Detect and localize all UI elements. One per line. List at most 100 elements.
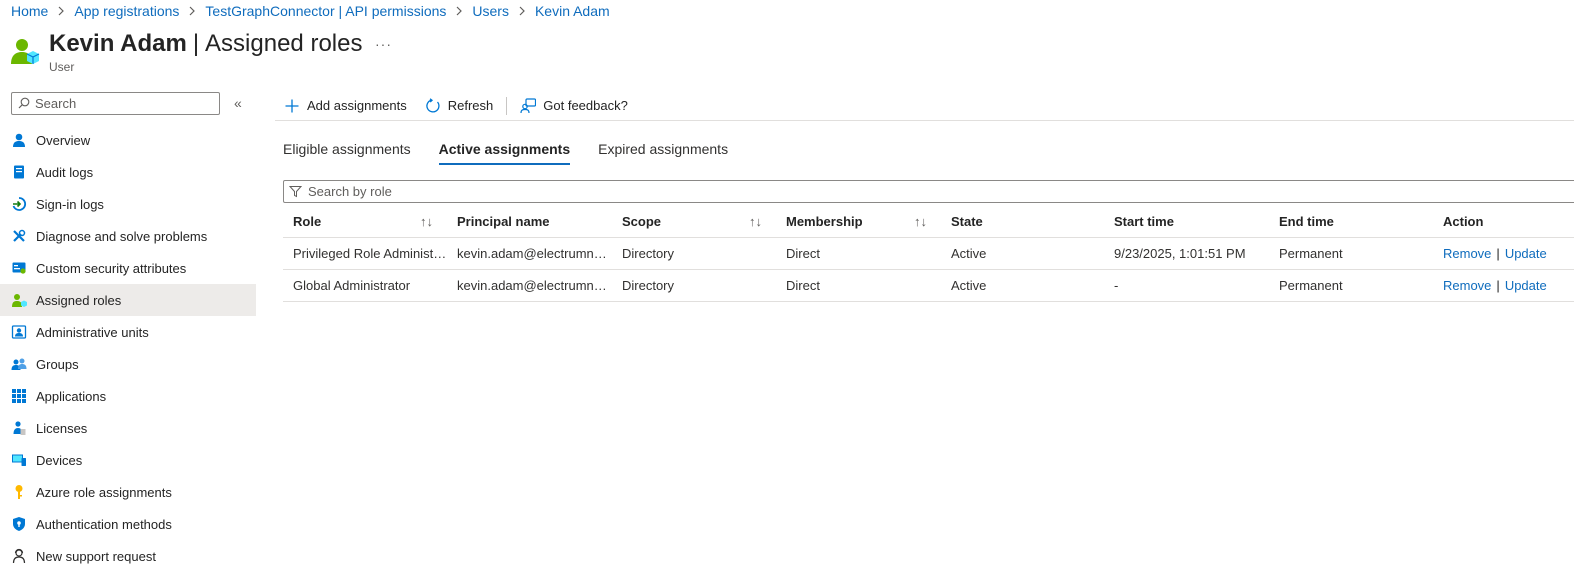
sidebar-item-new-support-request[interactable]: New support request bbox=[0, 540, 256, 572]
cell-action: Remove | Update bbox=[1433, 278, 1574, 293]
breadcrumb-users[interactable]: Users bbox=[472, 3, 509, 19]
column-header-end-time: End time bbox=[1269, 214, 1433, 229]
page-header: Kevin Adam | Assigned roles User bbox=[10, 30, 362, 74]
feedback-button[interactable]: Got feedback? bbox=[511, 93, 637, 119]
chevron-right-icon bbox=[517, 6, 527, 16]
sidebar-item-devices[interactable]: Devices bbox=[0, 444, 256, 476]
sidebar-item-assigned-roles[interactable]: Assigned roles bbox=[0, 284, 256, 316]
feedback-label: Got feedback? bbox=[543, 98, 628, 113]
wrench-icon bbox=[11, 228, 27, 244]
tab-expired-assignments[interactable]: Expired assignments bbox=[598, 141, 728, 165]
sidebar-item-label: Groups bbox=[36, 356, 79, 372]
collapse-sidebar-button[interactable]: « bbox=[234, 95, 242, 111]
remove-link[interactable]: Remove bbox=[1443, 278, 1491, 293]
sidebar-item-sign-in-logs[interactable]: Sign-in logs bbox=[0, 188, 256, 220]
column-header-scope[interactable]: Scope ↑↓ bbox=[612, 214, 776, 229]
breadcrumb-app-registrations[interactable]: App registrations bbox=[74, 3, 179, 19]
column-header-label: Scope bbox=[622, 214, 662, 229]
sidebar-item-label: Assigned roles bbox=[36, 292, 122, 308]
title-text: Kevin Adam | Assigned roles User bbox=[49, 30, 362, 74]
sidebar-item-authentication-methods[interactable]: Authentication methods bbox=[0, 508, 256, 540]
chevron-right-icon bbox=[454, 6, 464, 16]
sidebar-item-licenses[interactable]: Licenses bbox=[0, 412, 256, 444]
sidebar-item-custom-security-attributes[interactable]: Custom security attributes bbox=[0, 252, 256, 284]
sidebar-item-label: Audit logs bbox=[36, 164, 94, 180]
membership-value: Direct bbox=[786, 246, 820, 261]
sidebar-item-overview[interactable]: Overview bbox=[0, 124, 256, 156]
add-assignments-label: Add assignments bbox=[307, 98, 407, 113]
cell-start-time: 9/23/2025, 1:01:51 PM bbox=[1104, 246, 1269, 261]
sort-icon[interactable]: ↑↓ bbox=[914, 214, 927, 229]
cell-start-time: - bbox=[1104, 278, 1269, 293]
column-header-role[interactable]: Role ↑↓ bbox=[283, 214, 447, 229]
refresh-button[interactable]: Refresh bbox=[416, 93, 503, 119]
principal-value: kevin.adam@electrumnet.onmicrosoft.com bbox=[457, 246, 612, 261]
admin-units-icon bbox=[11, 324, 27, 340]
sidebar-item-administrative-units[interactable]: Administrative units bbox=[0, 316, 256, 348]
cell-membership: Direct bbox=[776, 278, 941, 293]
scope-value: Directory bbox=[622, 246, 675, 261]
sidebar-item-diagnose[interactable]: Diagnose and solve problems bbox=[0, 220, 256, 252]
sort-icon[interactable]: ↑↓ bbox=[420, 214, 433, 229]
shield-icon bbox=[11, 516, 27, 532]
column-header-membership[interactable]: Membership ↑↓ bbox=[776, 214, 941, 229]
sidebar-item-label: Licenses bbox=[36, 420, 88, 436]
column-header-label: Principal name bbox=[457, 214, 550, 229]
end-time-value: Permanent bbox=[1279, 278, 1343, 293]
state-value: Active bbox=[951, 246, 987, 261]
column-header-principal-name: Principal name bbox=[447, 214, 612, 229]
update-link[interactable]: Update bbox=[1505, 278, 1547, 293]
security-attributes-icon bbox=[11, 260, 27, 276]
command-bar: Add assignments Refresh Got feedback? bbox=[275, 91, 1574, 121]
column-header-label: Role bbox=[293, 214, 322, 229]
sidebar-item-label: Custom security attributes bbox=[36, 260, 187, 276]
scope-value: Directory bbox=[622, 278, 675, 293]
cell-role: Privileged Role Administrator bbox=[283, 246, 447, 261]
tab-eligible-assignments[interactable]: Eligible assignments bbox=[283, 141, 411, 165]
end-time-value: Permanent bbox=[1279, 246, 1343, 261]
sidebar-item-azure-role-assignments[interactable]: Azure role assignments bbox=[0, 476, 256, 508]
sidebar-search-input[interactable]: Search bbox=[11, 91, 220, 115]
sidebar-item-groups[interactable]: Groups bbox=[0, 348, 256, 380]
column-header-label: State bbox=[951, 214, 983, 229]
applications-grid-icon bbox=[11, 388, 27, 404]
sidebar-item-applications[interactable]: Applications bbox=[0, 380, 256, 412]
cell-state: Active bbox=[941, 246, 1104, 261]
sign-in-icon bbox=[11, 196, 27, 212]
assigned-roles-icon bbox=[11, 292, 27, 308]
cell-state: Active bbox=[941, 278, 1104, 293]
more-options-button[interactable]: ··· bbox=[375, 36, 392, 52]
sort-icon[interactable]: ↑↓ bbox=[749, 214, 762, 229]
sidebar-item-label: Devices bbox=[36, 452, 83, 468]
assignments-table: Role ↑↓ Principal name Scope ↑↓ Membersh… bbox=[283, 206, 1574, 302]
column-header-label: Start time bbox=[1114, 214, 1174, 229]
refresh-label: Refresh bbox=[447, 98, 494, 113]
breadcrumb-api-permissions[interactable]: TestGraphConnector | API permissions bbox=[205, 3, 446, 19]
column-header-state: State bbox=[941, 214, 1104, 229]
search-by-role-input[interactable]: Search by role bbox=[283, 180, 1574, 203]
toolbar-divider bbox=[506, 96, 508, 115]
page-root: Home App registrations TestGraphConnecto… bbox=[0, 0, 1574, 584]
tab-active-assignments[interactable]: Active assignments bbox=[438, 141, 571, 165]
action-separator: | bbox=[1496, 278, 1500, 293]
chevron-right-icon bbox=[56, 6, 66, 16]
audit-log-icon bbox=[11, 164, 27, 180]
add-assignments-button[interactable]: Add assignments bbox=[275, 93, 416, 119]
sidebar-search-row: Search « bbox=[0, 91, 256, 115]
update-link[interactable]: Update bbox=[1505, 246, 1547, 261]
user-roles-icon bbox=[10, 36, 40, 66]
sidebar-search-placeholder: Search bbox=[35, 95, 77, 111]
remove-link[interactable]: Remove bbox=[1443, 246, 1491, 261]
breadcrumb: Home App registrations TestGraphConnecto… bbox=[11, 3, 610, 19]
assignment-tabs: Eligible assignments Active assignments … bbox=[283, 141, 756, 165]
sidebar: Search « Overview Audit logs Sign-in log… bbox=[0, 91, 256, 572]
chevron-right-icon bbox=[187, 6, 197, 16]
plus-icon bbox=[285, 99, 299, 112]
key-icon bbox=[11, 484, 27, 500]
sidebar-item-label: Azure role assignments bbox=[36, 484, 172, 500]
user-overview-icon bbox=[11, 132, 27, 148]
sidebar-item-audit-logs[interactable]: Audit logs bbox=[0, 156, 256, 188]
breadcrumb-home[interactable]: Home bbox=[11, 3, 48, 19]
breadcrumb-kevin-adam[interactable]: Kevin Adam bbox=[535, 3, 610, 19]
role-value: Global Administrator bbox=[293, 278, 411, 293]
